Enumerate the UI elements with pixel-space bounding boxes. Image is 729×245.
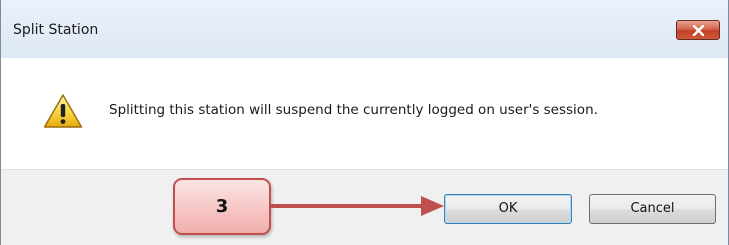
dialog-message: Splitting this station will suspend the … (109, 102, 598, 118)
cancel-button[interactable]: Cancel (589, 194, 716, 224)
split-station-dialog: Split Station Splitting this station wil… (0, 0, 729, 245)
close-button[interactable] (676, 20, 720, 40)
title-bar[interactable]: Split Station (1, 0, 728, 58)
step-arrow (271, 196, 444, 216)
warning-icon (43, 94, 83, 128)
dialog-title: Split Station (13, 22, 99, 38)
step-callout: 3 (173, 178, 271, 235)
dialog-content: Splitting this station will suspend the … (1, 58, 728, 169)
ok-button[interactable]: OK (444, 194, 572, 224)
close-icon (692, 25, 705, 36)
